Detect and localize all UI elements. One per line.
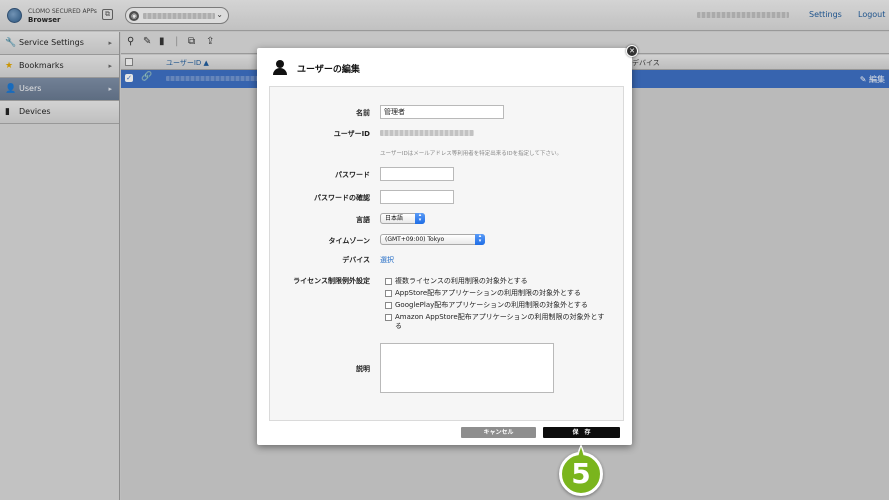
device-label: デバイス — [342, 256, 370, 264]
checkbox[interactable] — [385, 302, 392, 309]
checkbox[interactable] — [385, 278, 392, 285]
redacted-userid-value — [380, 130, 474, 136]
checkbox[interactable] — [385, 314, 392, 321]
language-value: 日本語 — [385, 215, 404, 222]
close-icon[interactable]: ✕ — [626, 45, 638, 57]
description-label: 説明 — [356, 365, 370, 373]
select-arrows-icon: ▴ ▾ — [415, 213, 425, 224]
save-button[interactable]: 保 存 — [543, 427, 620, 438]
cancel-button[interactable]: キャンセル — [461, 427, 536, 438]
userid-label: ユーザーID — [333, 130, 370, 138]
step-number: 5 — [559, 452, 603, 496]
checkbox[interactable] — [385, 290, 392, 297]
timezone-select[interactable]: (GMT+09:00) Tokyo ▴ ▾ — [380, 234, 485, 245]
password-confirm-label: パスワードの確認 — [314, 194, 370, 202]
password-label: パスワード — [335, 171, 370, 179]
name-label: 名前 — [356, 109, 370, 117]
license-option-2[interactable]: AppStore配布アプリケーションの利用制限の対象外とする — [385, 289, 610, 298]
select-arrows-icon: ▴ ▾ — [475, 234, 485, 245]
language-select[interactable]: 日本語 ▴ ▾ — [380, 213, 425, 224]
timezone-value: (GMT+09:00) Tokyo — [385, 236, 445, 243]
dialog-title: ユーザーの編集 — [297, 65, 360, 75]
license-option-4[interactable]: Amazon AppStore配布アプリケーションの利用制限の対象外とする — [385, 313, 610, 331]
edit-user-dialog: ユーザーの編集 名前 管理者 ユーザーID ユーザーIDはメールアドレス等利用者… — [257, 48, 632, 445]
device-select-link[interactable]: 選択 — [380, 255, 394, 265]
step-badge: 5 — [553, 444, 609, 500]
license-option-3[interactable]: GooglePlay配布アプリケーションの利用制限の対象外とする — [385, 301, 610, 310]
user-icon — [273, 60, 287, 75]
license-exception-label: ライセンス制限例外設定 — [293, 277, 370, 285]
description-textarea[interactable] — [380, 343, 554, 393]
user-form: 名前 管理者 ユーザーID ユーザーIDはメールアドレス等利用者を特定出来るID… — [269, 86, 624, 421]
license-option-1[interactable]: 複数ライセンスの利用制限の対象外とする — [385, 277, 610, 286]
timezone-label: タイムゾーン — [328, 237, 370, 245]
password-field[interactable] — [380, 167, 454, 181]
userid-hint: ユーザーIDはメールアドレス等利用者を特定出来るIDを指定して下さい。 — [380, 151, 562, 157]
language-label: 言語 — [356, 216, 370, 224]
password-confirm-field[interactable] — [380, 190, 454, 204]
name-field[interactable]: 管理者 — [380, 105, 504, 119]
pointer-inner — [578, 447, 584, 457]
